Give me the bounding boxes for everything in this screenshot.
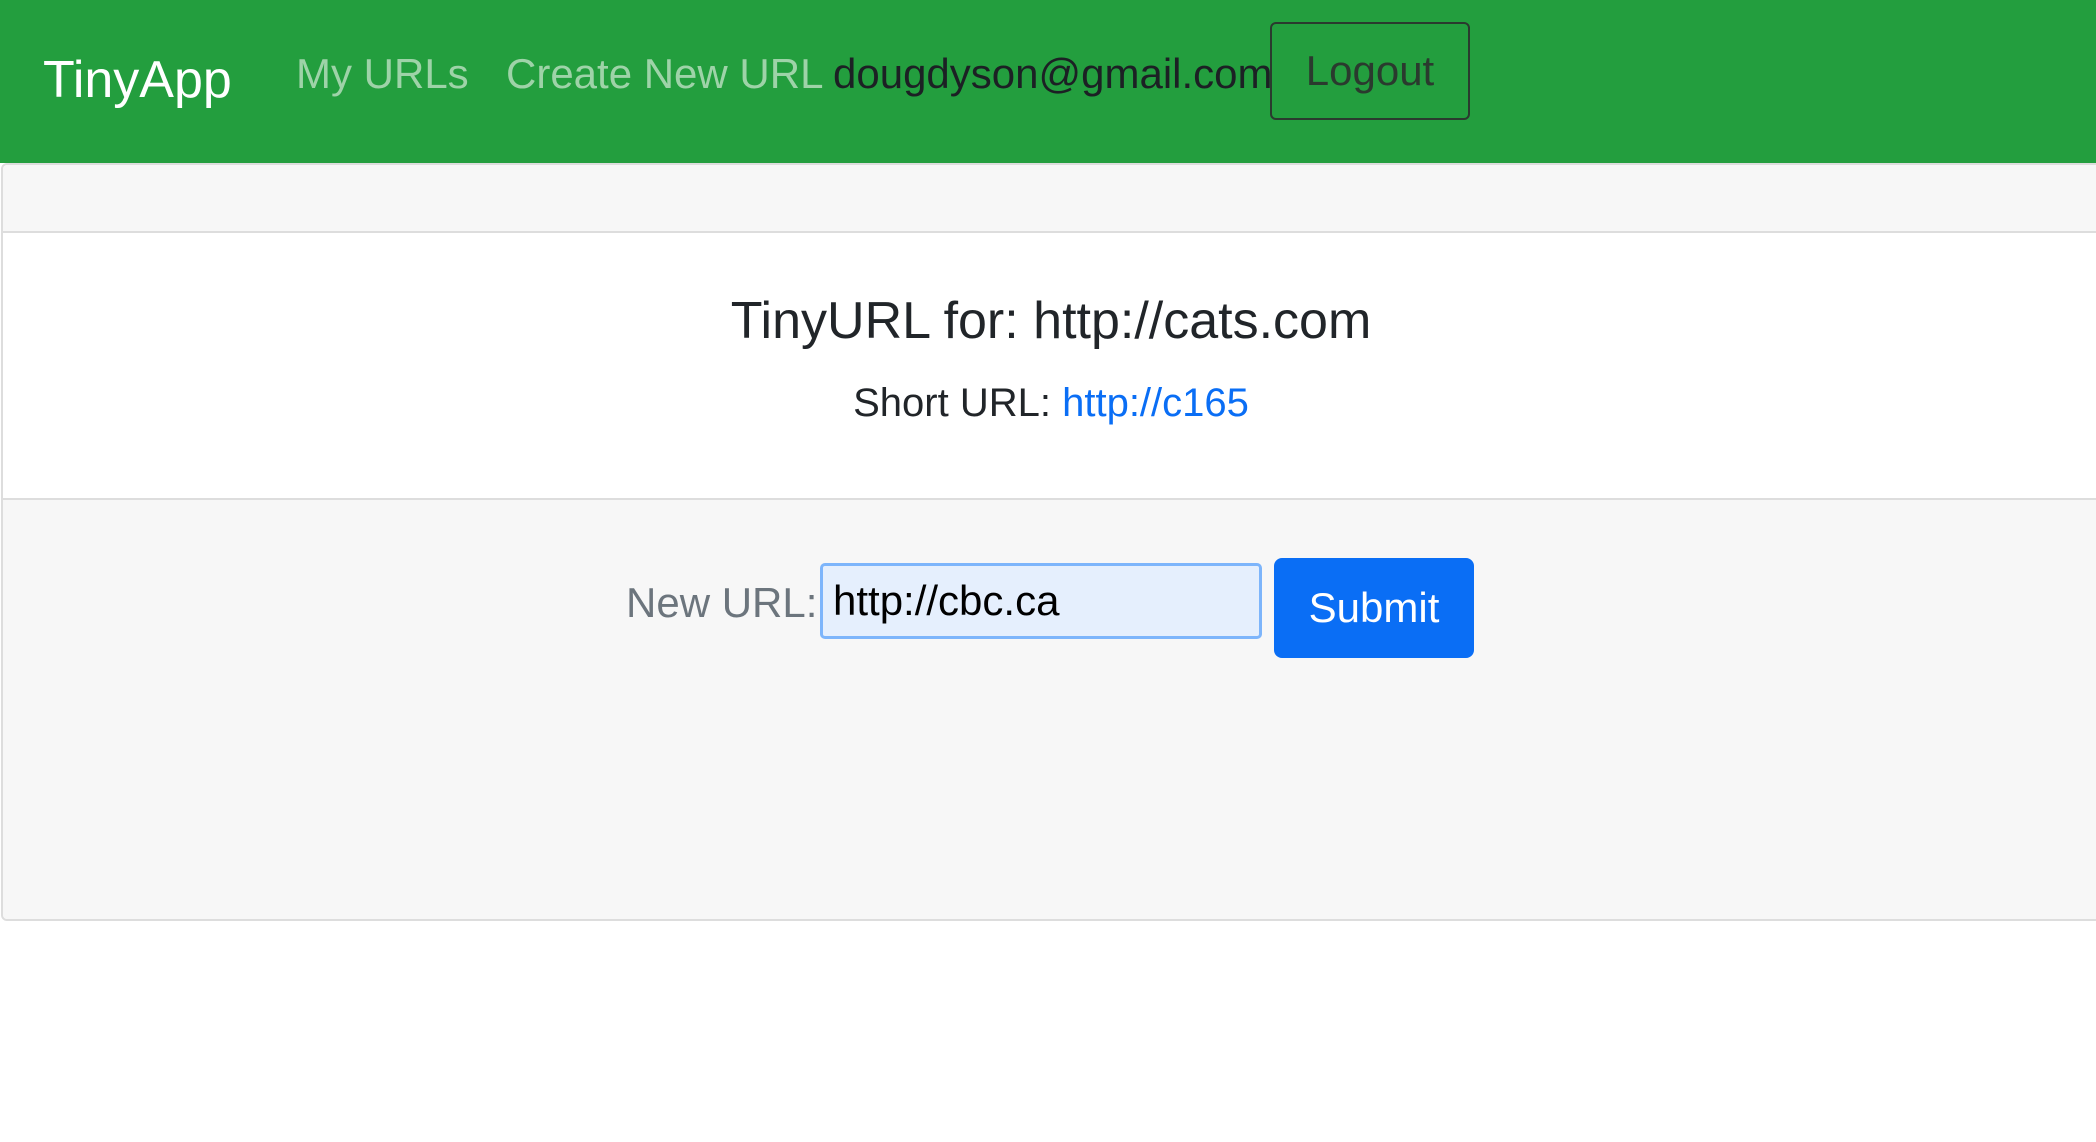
short-url-line: Short URL: http://c165 xyxy=(3,381,2096,426)
nav-my-urls[interactable]: My URLs xyxy=(296,50,469,98)
new-url-label: New URL: xyxy=(626,579,818,626)
page-title: TinyURL for: http://cats.com xyxy=(730,292,1372,350)
navbar: TinyApp My URLs Create New URL dougdyson… xyxy=(0,0,2096,163)
new-url-input[interactable] xyxy=(820,563,1262,639)
card-header xyxy=(3,165,2096,233)
card-body: TinyURL for: http://cats.com Short URL: … xyxy=(3,233,2096,500)
short-url-label: Short URL: xyxy=(853,381,1051,425)
user-email: dougdyson@gmail.com xyxy=(833,50,1273,97)
url-card: TinyURL for: http://cats.com Short URL: … xyxy=(1,163,2096,921)
brand-link[interactable]: TinyApp xyxy=(43,50,232,110)
submit-button[interactable]: Submit xyxy=(1274,558,1474,658)
logout-button[interactable]: Logout xyxy=(1270,22,1470,120)
nav-create-new-url[interactable]: Create New URL xyxy=(506,50,823,98)
short-url-link[interactable]: http://c165 xyxy=(1062,381,1249,425)
